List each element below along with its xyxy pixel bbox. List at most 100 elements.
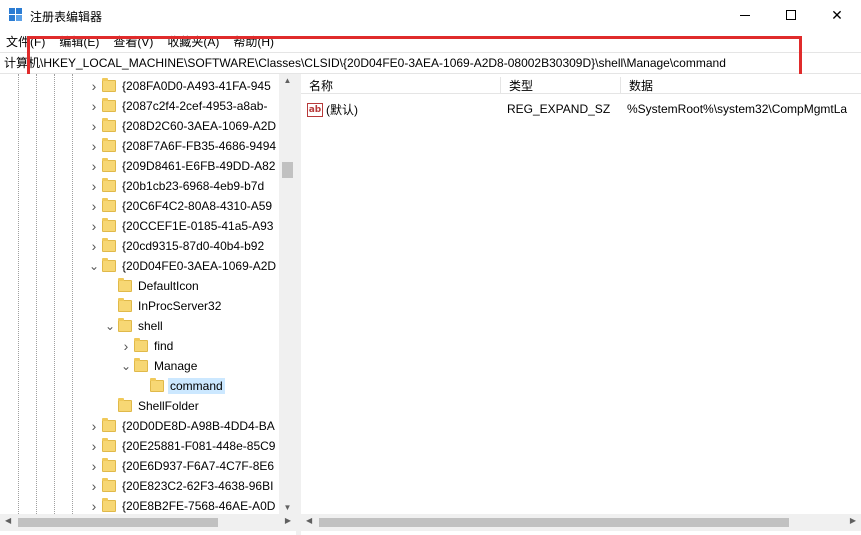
folder-icon xyxy=(102,238,116,252)
tree-node[interactable]: › {20E6D937-F6A7-4C7F-8E6 xyxy=(88,456,276,476)
chevron-right-icon[interactable]: › xyxy=(88,136,100,156)
tree-vertical-scrollbar[interactable]: ▲ ▼ xyxy=(279,74,296,514)
menu-file[interactable]: 文件(F) xyxy=(6,33,45,50)
chevron-right-icon[interactable]: › xyxy=(88,416,100,436)
chevron-right-icon[interactable]: › xyxy=(88,476,100,496)
values-hscroll-thumb[interactable] xyxy=(319,518,789,527)
tree-scroll-thumb[interactable] xyxy=(282,162,293,178)
registry-tree: › {208FA0D0-A493-41FA-945 › {2087c2f4-2cef-… xyxy=(0,74,296,535)
folder-icon xyxy=(102,418,116,432)
chevron-right-icon[interactable]: › xyxy=(88,116,100,136)
column-header-name[interactable]: 名称 xyxy=(301,77,501,94)
folder-icon xyxy=(102,178,116,192)
chevron-down-icon[interactable]: ⌄ xyxy=(104,316,116,336)
tree-node[interactable]: › {20E823C2-62F3-4638-96BI xyxy=(88,476,275,496)
folder-icon xyxy=(102,198,116,212)
tree-connector xyxy=(104,296,116,316)
chevron-right-icon[interactable]: › xyxy=(88,96,100,116)
folder-icon xyxy=(102,438,116,452)
tree-node[interactable]: ⌄ {20D04FE0-3AEA-1069-A2D xyxy=(88,256,278,276)
title-bar: 注册表编辑器 ✕ xyxy=(0,0,861,30)
tree-node[interactable]: › {208FA0D0-A493-41FA-945 xyxy=(88,76,273,96)
scroll-up-arrow-icon[interactable]: ▲ xyxy=(279,76,296,85)
folder-icon xyxy=(150,378,164,392)
minimize-button[interactable] xyxy=(722,0,768,30)
tree-guide-line xyxy=(18,74,19,514)
folder-icon xyxy=(102,98,116,112)
chevron-right-icon[interactable]: › xyxy=(88,496,100,516)
window-title: 注册表编辑器 xyxy=(30,10,103,24)
tree-node[interactable]: › {20D0DE8D-A98B-4DD4-BA xyxy=(88,416,277,436)
chevron-right-icon[interactable]: › xyxy=(88,436,100,456)
tree-horizontal-scrollbar[interactable]: ◀ ▶ xyxy=(0,514,296,531)
menu-edit[interactable]: 编辑(E) xyxy=(59,33,99,50)
tree-node[interactable]: › {20cd9315-87d0-40b4-b92 xyxy=(88,236,266,256)
menu-view[interactable]: 查看(V) xyxy=(113,33,153,50)
tree-hscroll-thumb[interactable] xyxy=(18,518,218,527)
address-bar[interactable]: 计算机\HKEY_LOCAL_MACHINE\SOFTWARE\Classes\… xyxy=(0,52,861,74)
folder-icon xyxy=(102,258,116,272)
tree-node-label: command xyxy=(168,378,225,394)
tree-node-label: {20C6F4C2-80A8-4310-A59 xyxy=(122,199,273,213)
scroll-right-arrow-icon[interactable]: ▶ xyxy=(285,516,291,525)
values-horizontal-scrollbar[interactable]: ◀ ▶ xyxy=(301,514,861,531)
tree-node[interactable]: › {20b1cb23-6968-4eb9-b7d xyxy=(88,176,266,196)
tree-node[interactable]: › {20E25881-F081-448e-85C9 xyxy=(88,436,277,456)
tree-node-label: shell xyxy=(138,319,163,333)
tree-node[interactable]: ShellFolder xyxy=(104,396,201,416)
tree-node[interactable]: DefaultIcon xyxy=(104,276,201,296)
folder-icon xyxy=(102,138,116,152)
tree-node[interactable]: ⌄ shell xyxy=(104,316,165,336)
tree-node[interactable]: ⌄ Manage xyxy=(120,356,199,376)
tree-connector xyxy=(104,276,116,296)
scroll-left-arrow-icon[interactable]: ◀ xyxy=(5,516,11,525)
tree-node-label: find xyxy=(154,339,174,353)
chevron-right-icon[interactable]: › xyxy=(88,156,100,176)
folder-icon xyxy=(102,498,116,512)
folder-icon xyxy=(134,338,148,352)
tree-node[interactable]: › {20E8B2FE-7568-46AE-A0D xyxy=(88,496,277,516)
close-button[interactable]: ✕ xyxy=(814,0,860,30)
maximize-icon xyxy=(786,10,796,20)
tree-node[interactable]: › {20CCEF1E-0185-41a5-A93 xyxy=(88,216,275,236)
folder-icon xyxy=(102,218,116,232)
column-headers: 名称 类型 数据 xyxy=(301,74,861,94)
scroll-down-arrow-icon[interactable]: ▼ xyxy=(279,503,296,512)
value-row[interactable]: ab (默认) REG_EXPAND_SZ %SystemRoot%\syste… xyxy=(301,100,861,120)
menu-favorites[interactable]: 收藏夹(A) xyxy=(167,33,219,50)
scroll-left-arrow-icon[interactable]: ◀ xyxy=(306,516,312,525)
folder-icon xyxy=(102,78,116,92)
tree-node-label: ShellFolder xyxy=(138,399,199,413)
tree-node[interactable]: › {209D8461-E6FB-49DD-A82 xyxy=(88,156,277,176)
tree-node-label: {2087c2f4-2cef-4953-a8ab- xyxy=(122,99,268,113)
tree-node[interactable]: › {208F7A6F-FB35-4686-9494 xyxy=(88,136,278,156)
tree-node-label: InProcServer32 xyxy=(138,299,222,313)
maximize-button[interactable] xyxy=(768,0,814,30)
tree-node-label: {20E823C2-62F3-4638-96BI xyxy=(122,479,274,493)
chevron-right-icon[interactable]: › xyxy=(120,336,132,356)
chevron-down-icon[interactable]: ⌄ xyxy=(120,356,132,376)
tree-node[interactable]: InProcServer32 xyxy=(104,296,223,316)
chevron-down-icon[interactable]: ⌄ xyxy=(88,256,100,276)
tree-node-label: {20D04FE0-3AEA-1069-A2D xyxy=(122,259,277,273)
chevron-right-icon[interactable]: › xyxy=(88,76,100,96)
tree-node-label: {208F7A6F-FB35-4686-9494 xyxy=(122,139,277,153)
chevron-right-icon[interactable]: › xyxy=(88,196,100,216)
column-header-data[interactable]: 数据 xyxy=(621,77,861,94)
tree-node-label: DefaultIcon xyxy=(138,279,199,293)
scroll-right-arrow-icon[interactable]: ▶ xyxy=(850,516,856,525)
tree-node[interactable]: › {2087c2f4-2cef-4953-a8ab- xyxy=(88,96,269,116)
tree-node[interactable]: › {208D2C60-3AEA-1069-A2D xyxy=(88,116,278,136)
chevron-right-icon[interactable]: › xyxy=(88,216,100,236)
chevron-right-icon[interactable]: › xyxy=(88,176,100,196)
column-header-type[interactable]: 类型 xyxy=(501,77,621,94)
tree-node[interactable]: command xyxy=(136,376,225,396)
folder-icon xyxy=(118,278,132,292)
chevron-right-icon[interactable]: › xyxy=(88,236,100,256)
tree-node[interactable]: › {20C6F4C2-80A8-4310-A59 xyxy=(88,196,274,216)
tree-node[interactable]: › find xyxy=(120,336,175,356)
folder-icon xyxy=(102,458,116,472)
tree-connector xyxy=(104,396,116,416)
chevron-right-icon[interactable]: › xyxy=(88,456,100,476)
menu-help[interactable]: 帮助(H) xyxy=(233,33,274,50)
